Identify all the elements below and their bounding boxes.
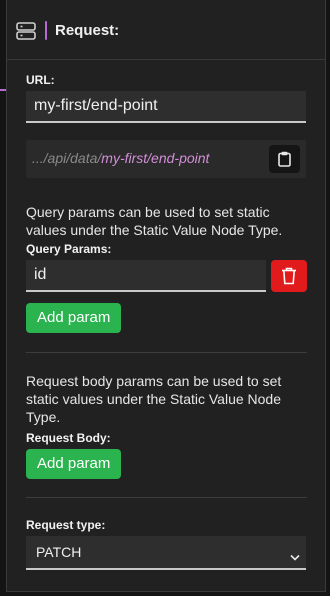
chevron-down-icon — [290, 548, 300, 566]
query-params-label: Query Params: — [26, 242, 112, 256]
url-preview: .../api/data/my-first/end-point — [26, 140, 306, 178]
header-separator — [45, 21, 47, 40]
app-frame: Request: URL: .../api/data/my-first/end-… — [0, 0, 330, 596]
url-preview-text: .../api/data/my-first/end-point — [32, 150, 209, 166]
request-body-description: Request body params can be used to set s… — [26, 373, 282, 425]
panel-header: Request: — [7, 0, 325, 60]
trash-icon — [281, 267, 297, 290]
section-divider — [26, 352, 307, 353]
request-body-label: Request Body: — [26, 431, 111, 445]
delete-param-button[interactable] — [271, 260, 307, 292]
url-preview-prefix: .../api/data/ — [32, 150, 102, 166]
request-type-label: Request type: — [26, 518, 106, 532]
query-param-input[interactable] — [26, 260, 266, 292]
request-type-select[interactable]: PATCH — [26, 536, 306, 570]
add-body-param-button[interactable]: Add param — [26, 449, 122, 479]
add-query-param-button[interactable]: Add param — [26, 303, 122, 333]
url-label: URL: — [26, 73, 55, 87]
url-input[interactable] — [26, 91, 306, 123]
query-params-description: Query params can be used to set static v… — [26, 204, 283, 238]
panel-title: Request: — [55, 22, 120, 39]
request-panel: Request: URL: .../api/data/my-first/end-… — [6, 0, 326, 592]
copy-url-button[interactable] — [269, 145, 300, 173]
server-icon — [16, 22, 36, 40]
clipboard-icon — [278, 151, 291, 172]
url-preview-path: my-first/end-point — [101, 150, 210, 166]
section-divider — [26, 497, 307, 498]
request-type-value: PATCH — [36, 544, 82, 560]
